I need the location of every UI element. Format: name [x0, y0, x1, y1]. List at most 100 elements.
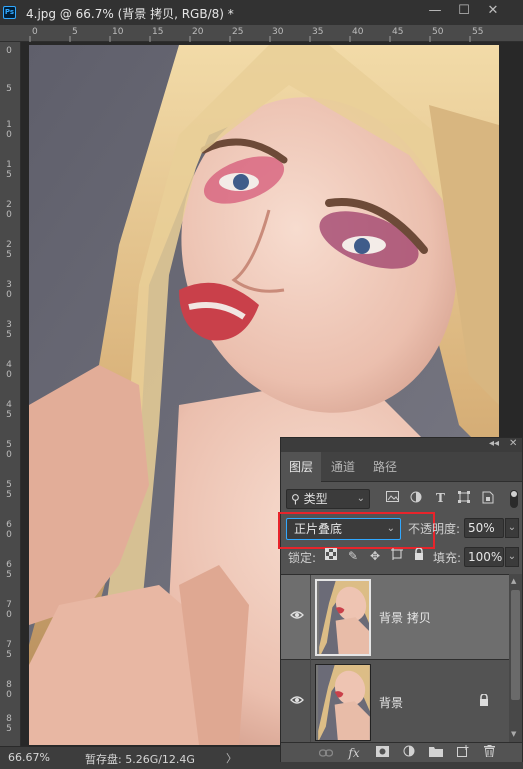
layer-row-background[interactable]: 背景 — [281, 660, 509, 745]
blend-row: 正片叠底 ⌄ 不透明度: 50% ⌄ — [278, 512, 522, 549]
ruler-tick-label: 1 0 — [6, 120, 12, 140]
smart-object-filter-icon[interactable] — [480, 491, 495, 506]
layer-lock-icon[interactable] — [479, 693, 489, 709]
tab-layers[interactable]: 图层 — [281, 452, 322, 482]
scroll-up-icon[interactable]: ▲ — [511, 577, 516, 585]
lock-image-pixels-brush-icon[interactable]: ✎ — [346, 548, 360, 564]
panel-tabs: 图层 通道 路径 — [281, 452, 522, 482]
lock-position-move-icon[interactable]: ✥ — [368, 548, 382, 564]
opacity-label: 不透明度: — [408, 522, 461, 536]
scroll-thumb[interactable] — [511, 590, 520, 700]
trash-icon[interactable] — [481, 745, 497, 761]
group-folder-icon[interactable] — [428, 745, 444, 761]
close-panel-icon[interactable]: ✕ — [509, 438, 517, 449]
ruler-tick-label: 30 — [272, 27, 284, 37]
adjustment-layer-icon[interactable] — [401, 745, 417, 761]
tab-paths[interactable]: 路径 — [365, 452, 405, 482]
visibility-toggle[interactable] — [281, 660, 311, 745]
filter-kind-select[interactable]: ⚲ 类型 ⌄ — [286, 489, 370, 509]
lock-label: 锁定: — [288, 551, 317, 565]
status-menu-arrow-icon[interactable]: 〉 — [226, 750, 237, 766]
eye-icon — [289, 693, 305, 709]
ruler-tick-label: 1 5 — [6, 160, 12, 180]
photoshop-logo-icon: Ps — [3, 6, 16, 19]
layer-row-background-copy[interactable]: 背景 拷贝 — [281, 575, 509, 660]
eye-icon — [289, 608, 305, 624]
title-bar: Ps 4.jpg @ 66.7% (背景 拷贝, RGB/8) * — ☐ ✕ — [0, 0, 523, 25]
layers-list: 背景 拷贝 背景 — [281, 574, 509, 745]
horizontal-ruler[interactable]: 0 5 10 15 20 25 30 35 40 45 50 55 — [0, 25, 523, 42]
ruler-tick-label: 35 — [312, 27, 324, 37]
tab-channels[interactable]: 通道 — [323, 452, 363, 482]
scratch-disk-info: 暂存盘: 5.26G/12.4G — [85, 753, 195, 766]
fx-icon[interactable]: fx — [346, 745, 362, 761]
ruler-tick-label: 7 5 — [6, 640, 12, 660]
filter-kind-label: 类型 — [303, 492, 328, 506]
layer-filter-row: ⚲ 类型 ⌄ T — [281, 486, 522, 512]
lock-row: 锁定: ✎ ✥ 填充: 100% ⌄ — [281, 544, 522, 570]
filter-toggle[interactable] — [510, 490, 518, 508]
layer-name[interactable]: 背景 拷贝 — [379, 609, 431, 626]
collapse-panel-icon[interactable]: ◂◂ — [489, 438, 499, 449]
ruler-tick-label: 40 — [352, 27, 364, 37]
ruler-tick-label: 5 0 — [6, 440, 12, 460]
mask-icon[interactable] — [374, 745, 390, 761]
ruler-tick-label: 2 0 — [6, 200, 12, 220]
layer-thumbnail — [315, 579, 371, 656]
ruler-ticks — [29, 36, 471, 42]
vertical-ruler[interactable]: 0 5 1 0 1 5 2 0 2 5 3 0 3 5 4 0 4 5 5 0 … — [0, 42, 21, 746]
ruler-tick-label: 10 — [112, 27, 124, 37]
ruler-tick-label: 15 — [152, 27, 164, 37]
visibility-toggle[interactable] — [281, 575, 311, 660]
ruler-tick-label: 45 — [392, 27, 404, 37]
ruler-tick-label: 3 5 — [6, 320, 12, 340]
image-filter-icon[interactable] — [385, 491, 400, 506]
minimize-button[interactable]: — — [427, 4, 443, 20]
ruler-tick-label: 20 — [192, 27, 204, 37]
link-layers-icon[interactable] — [318, 745, 334, 761]
opacity-dropdown-icon[interactable]: ⌄ — [505, 518, 519, 538]
search-icon: ⚲ — [291, 492, 300, 506]
layer-name[interactable]: 背景 — [379, 694, 403, 711]
lock-transparent-pixels-icon[interactable] — [324, 548, 338, 564]
ruler-tick-label: 8 0 — [6, 680, 12, 700]
layers-scrollbar[interactable]: ▲ ▼ — [509, 574, 522, 742]
ruler-tick-label: 50 — [432, 27, 444, 37]
ruler-tick-label: 0 — [6, 46, 12, 56]
ruler-tick-label: 6 0 — [6, 520, 12, 540]
maximize-button[interactable]: ☐ — [456, 4, 472, 20]
ruler-tick-label: 5 — [72, 27, 78, 37]
blend-mode-select[interactable]: 正片叠底 ⌄ — [278, 512, 435, 549]
panel-header: ◂◂ ✕ — [281, 438, 522, 452]
document-tab-title[interactable]: 4.jpg @ 66.7% (背景 拷贝, RGB/8) * — [26, 5, 234, 22]
ruler-tick-label: 4 0 — [6, 360, 12, 380]
ruler-tick-label: 25 — [232, 27, 244, 37]
shape-filter-icon[interactable] — [456, 491, 471, 506]
fill-dropdown-icon[interactable]: ⌄ — [505, 547, 519, 567]
type-filter-icon[interactable]: T — [433, 491, 448, 506]
ruler-tick-label: 0 — [32, 27, 38, 37]
layers-bottom-toolbar: fx — [281, 742, 522, 762]
lock-all-icon[interactable] — [412, 547, 426, 564]
ruler-tick-label: 4 5 — [6, 400, 12, 420]
lock-artboard-icon[interactable] — [390, 548, 404, 564]
zoom-level[interactable]: 66.67% — [8, 751, 50, 764]
ruler-tick-label: 5 — [6, 84, 12, 94]
layers-panel: ◂◂ ✕ 图层 通道 路径 ⚲ 类型 ⌄ T 正片叠底 ⌄ 不透明度: 50% … — [278, 437, 523, 762]
fill-label: 填充: — [433, 551, 462, 565]
chevron-down-icon: ⌄ — [356, 493, 365, 504]
ruler-tick-label: 7 0 — [6, 600, 12, 620]
ruler-tick-label: 2 5 — [6, 240, 12, 260]
opacity-input[interactable]: 50% — [464, 518, 504, 538]
new-layer-icon[interactable] — [455, 745, 471, 761]
ruler-tick-label: 6 5 — [6, 560, 12, 580]
ruler-tick-label: 8 5 — [6, 714, 12, 734]
scroll-down-icon[interactable]: ▼ — [511, 730, 516, 738]
fill-input[interactable]: 100% — [464, 547, 504, 567]
ruler-tick-label: 3 0 — [6, 280, 12, 300]
close-button[interactable]: ✕ — [485, 4, 501, 20]
ruler-tick-label: 55 — [472, 27, 484, 37]
ruler-tick-label: 5 5 — [6, 480, 12, 500]
adjustment-filter-icon[interactable] — [408, 491, 423, 506]
layer-thumbnail — [315, 664, 371, 741]
